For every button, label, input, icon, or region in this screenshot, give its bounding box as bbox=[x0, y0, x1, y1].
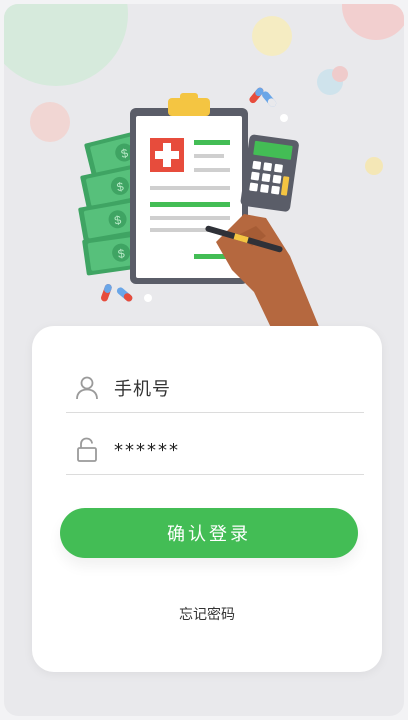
app-screen: $ $ $ $ 手机号 ****** 确认登录 忘记密码 bbox=[4, 4, 404, 716]
decor-circle-green bbox=[4, 4, 128, 86]
decor-circle-peach bbox=[30, 102, 70, 142]
password-field-value: ****** bbox=[114, 439, 180, 461]
pill-icon-2 bbox=[262, 91, 277, 107]
password-field[interactable]: ****** bbox=[66, 426, 364, 475]
pill-icon-4 bbox=[116, 287, 133, 302]
decor-circle-yellow bbox=[252, 16, 292, 56]
unlock-icon bbox=[77, 437, 97, 462]
decor-circle-rose bbox=[332, 66, 348, 82]
confirm-login-button[interactable]: 确认登录 bbox=[60, 508, 358, 558]
forgot-password-link[interactable]: 忘记密码 bbox=[32, 604, 382, 624]
login-card: 手机号 ****** 确认登录 忘记密码 bbox=[32, 326, 382, 672]
calculator-icon bbox=[240, 134, 299, 212]
user-icon bbox=[76, 376, 98, 400]
pill-icon-3 bbox=[100, 284, 112, 302]
phone-field[interactable]: 手机号 bbox=[66, 364, 364, 413]
decor-circle-yellow-small bbox=[365, 157, 383, 175]
hero-illustration: $ $ $ $ bbox=[4, 4, 404, 334]
phone-field-label: 手机号 bbox=[114, 379, 171, 400]
decor-circle-pink bbox=[342, 4, 404, 40]
